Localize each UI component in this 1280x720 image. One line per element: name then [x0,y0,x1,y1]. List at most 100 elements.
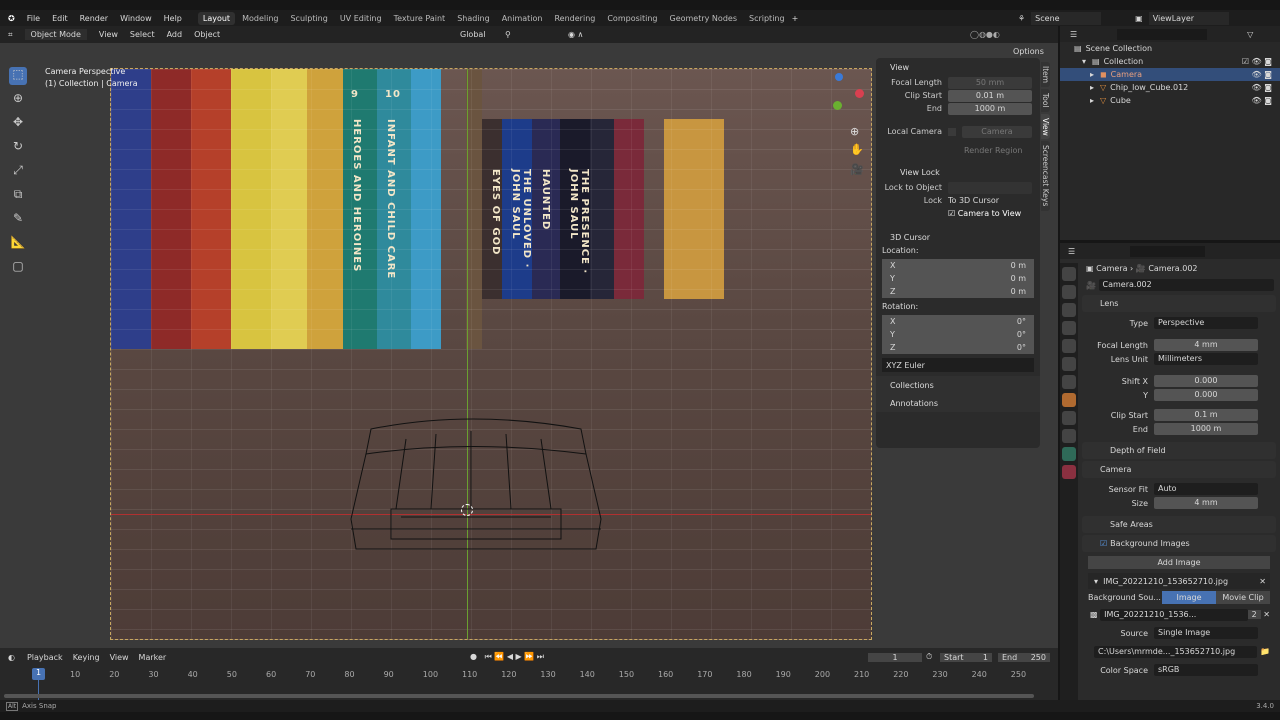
camera-data-tab-icon[interactable] [1062,447,1076,461]
sensor-size-field[interactable]: 4 mm [1154,497,1258,509]
menu-view[interactable]: View [99,30,118,39]
annotations-header[interactable]: Annotations [876,394,1040,412]
tab-screencast-keys[interactable]: Screencast Keys [1041,141,1050,211]
render-region-checkbox[interactable]: Render Region [884,144,1032,157]
expand-icon[interactable]: ▸ [1090,96,1094,105]
camera-section-header[interactable]: Camera [1082,461,1276,478]
close-icon[interactable]: ✕ [1261,610,1270,619]
expand-icon[interactable]: ▸ [1090,83,1094,92]
add-cube-tool-icon[interactable]: ▢ [9,259,27,277]
visibility-eye-icon[interactable]: 👁 ◙ [1252,70,1272,79]
focal-length-field[interactable]: 50 mm [948,76,1032,89]
color-space-dropdown[interactable]: sRGB [1154,664,1258,676]
safe-areas-header[interactable]: Safe Areas [1082,516,1276,533]
camera-to-view-checkbox[interactable]: ☑ Camera to View [948,209,1021,218]
menu-window[interactable]: Window [120,14,152,23]
navigation-gizmo[interactable] [815,73,865,123]
menu-add[interactable]: Add [167,30,183,39]
cursor-loc-x[interactable]: 0 m [1011,261,1026,270]
outliner-item-chip[interactable]: ▸ ▽ Chip_low_Cube.012 👁 ◙ [1060,81,1280,94]
image-datablock-field[interactable]: IMG_20221210_1536... [1100,608,1248,621]
visibility-eye-icon[interactable]: 👁 ◙ [1252,83,1272,92]
transform-orientation-dropdown[interactable]: Global [460,30,486,39]
editor-type-icon[interactable]: ⌗ [8,30,13,40]
tab-sculpting[interactable]: Sculpting [285,12,332,25]
scene-tab-icon[interactable] [1062,339,1076,353]
clip-end-field[interactable]: 1000 m [948,102,1032,115]
lens-section-header[interactable]: Lens [1082,295,1276,312]
outliner-search[interactable] [1117,28,1208,40]
scene-selector[interactable]: Scene [1031,11,1102,25]
tab-animation[interactable]: Animation [497,12,548,25]
move-tool-icon[interactable]: ✥ [9,115,27,133]
collection-row[interactable]: ▾ ▤ Collection ☑ 👁 ◙ [1060,55,1280,68]
camera-data-icon[interactable]: 🎥 [1086,281,1099,290]
lens-type-dropdown[interactable]: Perspective [1154,317,1258,329]
rotate-tool-icon[interactable]: ↻ [9,139,27,157]
outliner-item-cube[interactable]: ▸ ▽ Cube 👁 ◙ [1060,94,1280,107]
visibility-eye-icon[interactable]: 👁 ◙ [1252,96,1272,105]
view-layer-tab-icon[interactable] [1062,321,1076,335]
3d-viewport[interactable]: ⬚ ⊕ ✥ ↻ ⤢ ⧉ ✎ 📐 ▢ 9HEROES AND HEROINES10… [0,43,1058,648]
menu-select[interactable]: Select [130,30,155,39]
expand-icon[interactable]: ▸ [1090,70,1094,79]
menu-file[interactable]: File [27,14,40,23]
display-mode-icon[interactable]: ☰ [1070,30,1077,39]
view-layer-selector[interactable]: ViewLayer [1148,11,1229,25]
image-browse-icon[interactable]: ▩ [1090,610,1100,619]
tab-texture-paint[interactable]: Texture Paint [389,12,451,25]
tab-layout[interactable]: Layout [197,11,236,25]
pan-view-icon[interactable]: ✋ [850,143,864,156]
cursor-tool-icon[interactable]: ⊕ [9,91,27,109]
local-camera-field[interactable]: Camera [962,125,1032,138]
folder-icon[interactable]: 📁 [1257,647,1270,656]
background-images-checkbox[interactable]: ☑ [1100,539,1107,548]
tab-tool[interactable]: Tool [1041,89,1050,112]
collapse-icon[interactable]: ▾ [1082,57,1086,66]
menu-help[interactable]: Help [164,14,182,23]
camera-view-icon[interactable]: 🎥 [850,163,864,176]
select-tool-icon[interactable]: ⬚ [9,67,27,85]
blender-logo-icon[interactable]: ✪ [8,14,15,23]
tab-item[interactable]: Item [1041,62,1050,88]
cursor-rot-y[interactable]: 0° [1017,330,1026,339]
timeline-scrollbar[interactable] [4,694,1034,698]
shift-y-field[interactable]: 0.000 [1154,389,1258,401]
texture-tab-icon[interactable] [1062,465,1076,479]
scene-icon[interactable]: ⚘ [1018,14,1025,23]
sensor-fit-dropdown[interactable]: Auto [1154,483,1258,495]
tab-shading[interactable]: Shading [452,12,495,25]
playhead[interactable]: 1 [32,668,45,680]
cursor-rot-x[interactable]: 0° [1017,317,1026,326]
3d-cursor-header[interactable]: 3D Cursor [876,228,1040,246]
annotate-tool-icon[interactable]: ✎ [9,211,27,229]
snap-icon[interactable]: ⚲ [505,30,511,39]
remove-image-icon[interactable]: ✕ [1259,577,1266,586]
clip-start-field[interactable]: 0.1 m [1154,409,1258,421]
clip-end-field[interactable]: 1000 m [1154,423,1258,435]
menu-edit[interactable]: Edit [52,14,68,23]
render-tab-icon[interactable] [1062,285,1076,299]
clip-start-field[interactable]: 0.01 m [948,89,1032,102]
physics-tab-icon[interactable] [1062,411,1076,425]
proportional-edit-icon[interactable]: ◉ ∧ [568,30,583,39]
cursor-rot-z[interactable]: 0° [1017,343,1026,352]
tool-tab-icon[interactable] [1062,267,1076,281]
movie-clip-source-tab[interactable]: Movie Clip [1216,591,1270,604]
object-mode-dropdown[interactable]: Object Mode [24,29,87,40]
transform-tool-icon[interactable]: ⧉ [9,187,27,205]
tab-geometry-nodes[interactable]: Geometry Nodes [665,12,742,25]
focal-length-field[interactable]: 4 mm [1154,339,1258,351]
tab-compositing[interactable]: Compositing [602,12,662,25]
menu-render[interactable]: Render [80,14,108,23]
source-dropdown[interactable]: Single Image [1154,627,1258,639]
add-workspace-icon[interactable]: + [792,14,799,23]
tab-modeling[interactable]: Modeling [237,12,283,25]
menu-object[interactable]: Object [194,30,220,39]
tab-rendering[interactable]: Rendering [549,12,600,25]
to-3d-cursor-checkbox[interactable]: To 3D Cursor [948,196,999,205]
world-tab-icon[interactable] [1062,357,1076,371]
object-tab-icon[interactable] [1062,393,1076,407]
local-camera-checkbox[interactable] [948,127,956,136]
collections-header[interactable]: Collections [876,376,1040,394]
